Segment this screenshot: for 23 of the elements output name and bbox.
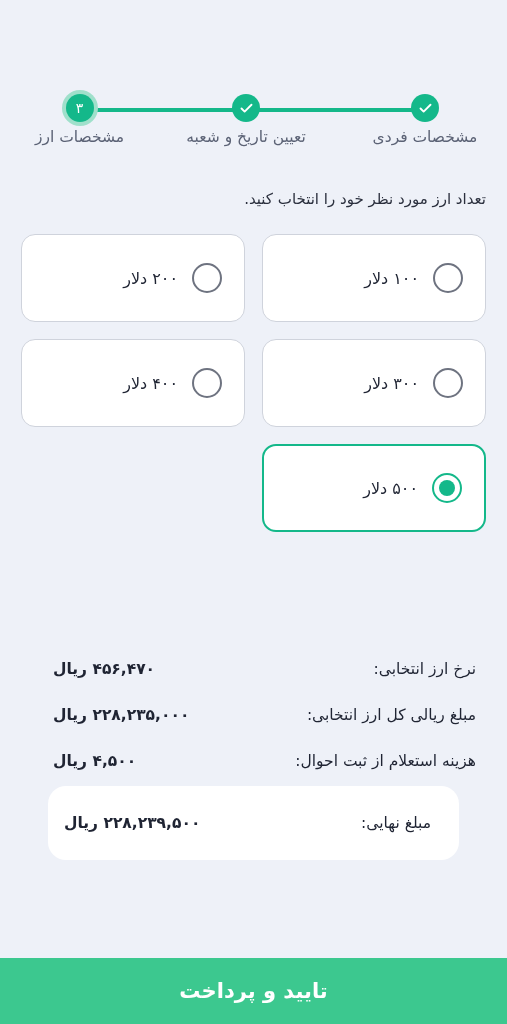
- summary-label: هزینه استعلام از ثبت احوال:: [295, 752, 476, 770]
- amount-option[interactable]: ۲۰۰ دلار: [21, 234, 245, 322]
- total-value: ۲۲۸,۲۳۹,۵۰۰ ریال: [64, 814, 201, 832]
- radio-button[interactable]: [192, 368, 222, 398]
- radio-button[interactable]: [432, 473, 462, 503]
- summary-value: ۴۵۶,۴۷۰ ریال: [53, 660, 156, 678]
- amount-option[interactable]: ۳۰۰ دلار: [262, 339, 486, 427]
- step-number: ۳: [65, 94, 94, 122]
- summary-value: ۲۲۸,۲۳۵,۰۰۰ ریال: [53, 706, 190, 724]
- radio-button[interactable]: [433, 368, 463, 398]
- instruction-text: تعداد ارز مورد نظر خود را انتخاب کنید.: [243, 190, 486, 208]
- step-label: تعیین تاریخ و شعبه: [186, 128, 306, 146]
- radio-button[interactable]: [192, 263, 222, 293]
- radio-button[interactable]: [433, 263, 463, 293]
- amount-option[interactable]: ۴۰۰ دلار: [21, 339, 245, 427]
- total-label: مبلغ نهایی:: [361, 814, 431, 832]
- summary-label: مبلغ ریالی کل ارز انتخابی:: [306, 706, 476, 724]
- step-label: مشخصات ارز: [34, 128, 125, 146]
- amount-option[interactable]: ۵۰۰ دلار: [262, 444, 486, 532]
- summary-value: ۴,۵۰۰ ریال: [53, 752, 137, 770]
- step-label: مشخصات فردی: [372, 128, 478, 146]
- amount-option[interactable]: ۱۰۰ دلار: [262, 234, 486, 322]
- summary-label: نرخ ارز انتخابی:: [373, 660, 476, 678]
